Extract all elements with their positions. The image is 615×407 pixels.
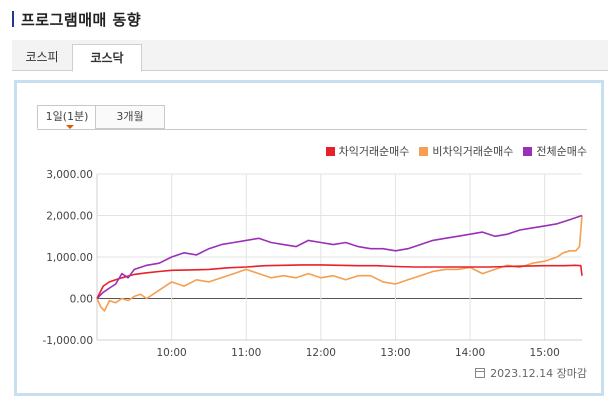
market-tabs: 코스피 코스닥 [12,40,608,72]
x-tick-label: 11:00 [231,347,261,359]
program-trading-chart: 3,000.00 2,000.00 1,000.00 0.00 -1,000.00 10:… [42,169,583,359]
tab-kosdaq[interactable]: 코스닥 [72,44,142,72]
x-tick-label: 12:00 [306,347,336,359]
x-tick-label: 10:00 [156,347,186,359]
y-tick-label: 3,000.00 [46,169,93,181]
footer-status: 장마감 [556,367,587,380]
footer-date: 2023.12.14 [490,366,554,380]
x-tick-label: 13:00 [380,347,410,359]
series-line-0 [96,264,583,299]
x-tick-label: 14:00 [455,347,485,359]
title-accent-bar [12,11,14,27]
y-tick-label: -1,000.00 [42,335,93,347]
section-header: 프로그램매매 동향 [12,8,141,30]
chart-panel: 1일(1분) 3개월 차익거래순매수 비차익거래순매수 전체순매수 3,000.… [14,80,604,396]
y-tick-label: 0.00 [70,294,93,306]
market-status: 2023.12.14 장마감 [475,365,587,381]
tab-kospi[interactable]: 코스피 [12,44,72,70]
calendar-icon [475,368,486,378]
y-tick-label: 1,000.00 [46,252,93,264]
x-tick-label: 15:00 [530,347,560,359]
series-line-1 [96,215,583,312]
y-tick-label: 2,000.00 [46,211,93,223]
page-title: 프로그램매매 동향 [21,10,142,29]
